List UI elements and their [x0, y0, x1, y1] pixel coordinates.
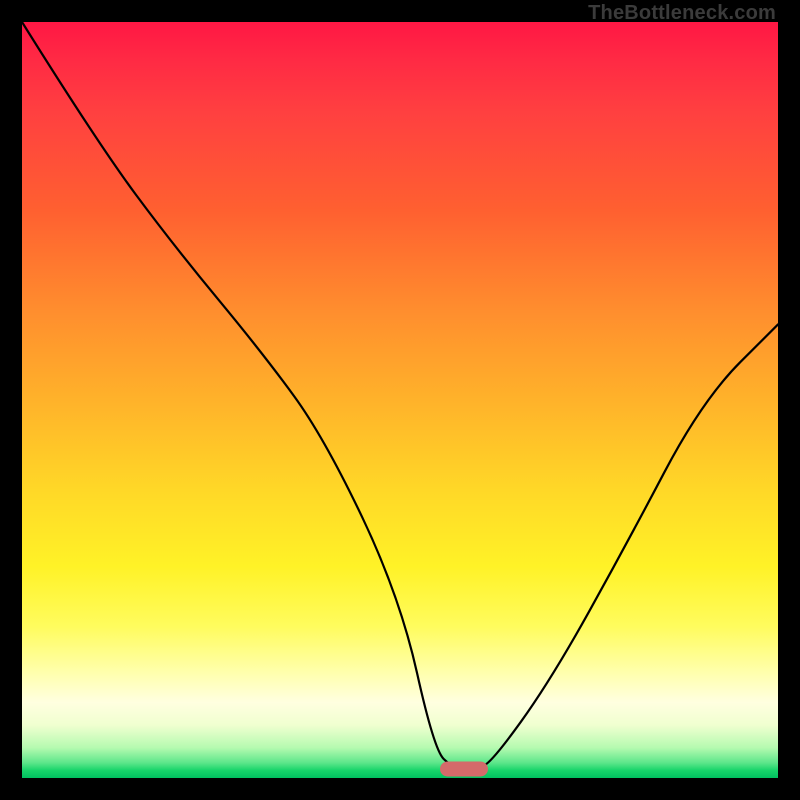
- bottleneck-curve: [22, 22, 778, 768]
- chart-frame: TheBottleneck.com: [0, 0, 800, 800]
- optimal-marker: [440, 761, 488, 776]
- plot-area: [22, 22, 778, 778]
- curve-layer: [22, 22, 778, 778]
